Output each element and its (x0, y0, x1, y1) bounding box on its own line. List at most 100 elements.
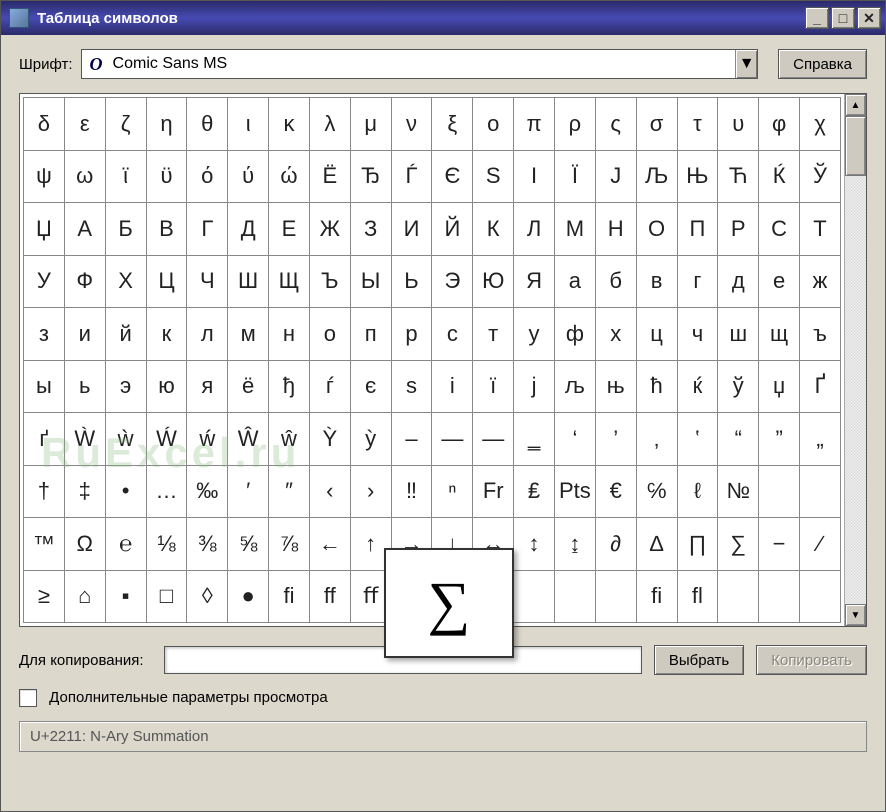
char-cell[interactable]: ⅛ (146, 518, 187, 571)
char-cell[interactable]: δ (24, 98, 65, 151)
char-cell[interactable]: ‛ (677, 413, 718, 466)
char-cell[interactable]: „ (800, 413, 841, 466)
char-cell[interactable]: υ (718, 98, 759, 151)
char-cell[interactable]: ‚ (636, 413, 677, 466)
char-cell[interactable]: Э (432, 255, 473, 308)
char-cell[interactable]: ё (228, 360, 269, 413)
char-cell[interactable]: И (391, 203, 432, 256)
maximize-button[interactable]: □ (831, 7, 855, 29)
char-cell[interactable]: Ђ (350, 150, 391, 203)
char-cell[interactable]: ∏ (677, 518, 718, 571)
char-cell[interactable] (759, 570, 800, 623)
char-cell[interactable]: fi (269, 570, 310, 623)
char-cell[interactable]: ‼ (391, 465, 432, 518)
char-cell[interactable]: ς (595, 98, 636, 151)
char-cell[interactable]: ⅞ (269, 518, 310, 571)
char-cell[interactable]: ю (146, 360, 187, 413)
char-cell[interactable]: ≥ (24, 570, 65, 623)
char-cell[interactable]: № (718, 465, 759, 518)
char-cell[interactable]: fi (636, 570, 677, 623)
char-cell[interactable]: ‹ (309, 465, 350, 518)
char-cell[interactable]: − (759, 518, 800, 571)
char-cell[interactable] (800, 465, 841, 518)
char-cell[interactable]: Ц (146, 255, 187, 308)
char-cell[interactable]: ω (64, 150, 105, 203)
char-cell[interactable]: Ь (391, 255, 432, 308)
char-cell[interactable]: ‗ (514, 413, 555, 466)
char-cell[interactable]: ◊ (187, 570, 228, 623)
char-cell[interactable]: χ (800, 98, 841, 151)
char-cell[interactable]: о (309, 308, 350, 361)
char-cell[interactable]: ѕ (391, 360, 432, 413)
char-cell[interactable]: Н (595, 203, 636, 256)
char-cell[interactable] (554, 570, 595, 623)
char-cell[interactable]: φ (759, 98, 800, 151)
char-cell[interactable]: ђ (269, 360, 310, 413)
char-cell[interactable]: ύ (228, 150, 269, 203)
scrollbar[interactable]: ▲ ▼ (844, 94, 866, 626)
char-cell[interactable]: Ј (595, 150, 636, 203)
char-cell[interactable]: ј (514, 360, 555, 413)
char-cell[interactable] (595, 570, 636, 623)
char-cell[interactable]: Ŵ (228, 413, 269, 466)
char-cell[interactable]: ⅝ (228, 518, 269, 571)
char-cell[interactable]: Ч (187, 255, 228, 308)
char-cell[interactable]: Ё (309, 150, 350, 203)
char-cell[interactable]: ′ (228, 465, 269, 518)
char-cell[interactable]: э (105, 360, 146, 413)
char-cell[interactable]: “ (718, 413, 759, 466)
char-cell[interactable]: Ж (309, 203, 350, 256)
char-cell[interactable]: щ (759, 308, 800, 361)
char-cell[interactable]: Ѕ (473, 150, 514, 203)
char-cell[interactable]: □ (146, 570, 187, 623)
char-cell[interactable]: Х (105, 255, 146, 308)
char-cell[interactable]: ό (187, 150, 228, 203)
char-cell[interactable]: З (350, 203, 391, 256)
char-cell[interactable]: І (514, 150, 555, 203)
char-cell[interactable]: … (146, 465, 187, 518)
advanced-checkbox[interactable] (19, 689, 37, 707)
char-cell[interactable]: ρ (554, 98, 595, 151)
char-cell[interactable]: ff (309, 570, 350, 623)
char-cell[interactable]: ѓ (309, 360, 350, 413)
char-cell[interactable]: ъ (800, 308, 841, 361)
char-cell[interactable]: η (146, 98, 187, 151)
char-cell[interactable] (718, 570, 759, 623)
char-cell[interactable]: Ћ (718, 150, 759, 203)
char-cell[interactable]: ш (718, 308, 759, 361)
char-cell[interactable]: ь (64, 360, 105, 413)
copy-button[interactable]: Копировать (756, 645, 867, 675)
char-cell[interactable]: ↨ (554, 518, 595, 571)
char-cell[interactable]: Fr (473, 465, 514, 518)
char-cell[interactable]: љ (554, 360, 595, 413)
char-cell[interactable]: λ (309, 98, 350, 151)
char-cell[interactable]: ф (554, 308, 595, 361)
char-cell[interactable]: ● (228, 570, 269, 623)
char-cell[interactable]: д (718, 255, 759, 308)
char-cell[interactable]: κ (269, 98, 310, 151)
char-cell[interactable]: Д (228, 203, 269, 256)
char-cell[interactable]: Ф (64, 255, 105, 308)
char-cell[interactable]: х (595, 308, 636, 361)
char-cell[interactable]: › (350, 465, 391, 518)
char-cell[interactable]: В (146, 203, 187, 256)
char-cell[interactable]: ℅ (636, 465, 677, 518)
char-cell[interactable]: л (187, 308, 228, 361)
char-cell[interactable]: е (759, 255, 800, 308)
char-cell[interactable]: Б (105, 203, 146, 256)
char-cell[interactable]: π (514, 98, 555, 151)
char-cell[interactable] (759, 465, 800, 518)
char-cell[interactable]: ⅜ (187, 518, 228, 571)
scroll-thumb[interactable] (845, 116, 866, 176)
scroll-track[interactable] (845, 116, 866, 604)
char-cell[interactable]: ћ (636, 360, 677, 413)
char-cell[interactable]: є (350, 360, 391, 413)
char-cell[interactable]: Ќ (759, 150, 800, 203)
char-cell[interactable]: ŵ (269, 413, 310, 466)
chevron-down-icon[interactable]: ▼ (735, 50, 757, 78)
char-cell[interactable]: м (228, 308, 269, 361)
char-cell[interactable]: У (24, 255, 65, 308)
char-cell[interactable]: Й (432, 203, 473, 256)
char-cell[interactable]: ″ (269, 465, 310, 518)
scroll-down-button[interactable]: ▼ (845, 604, 866, 626)
